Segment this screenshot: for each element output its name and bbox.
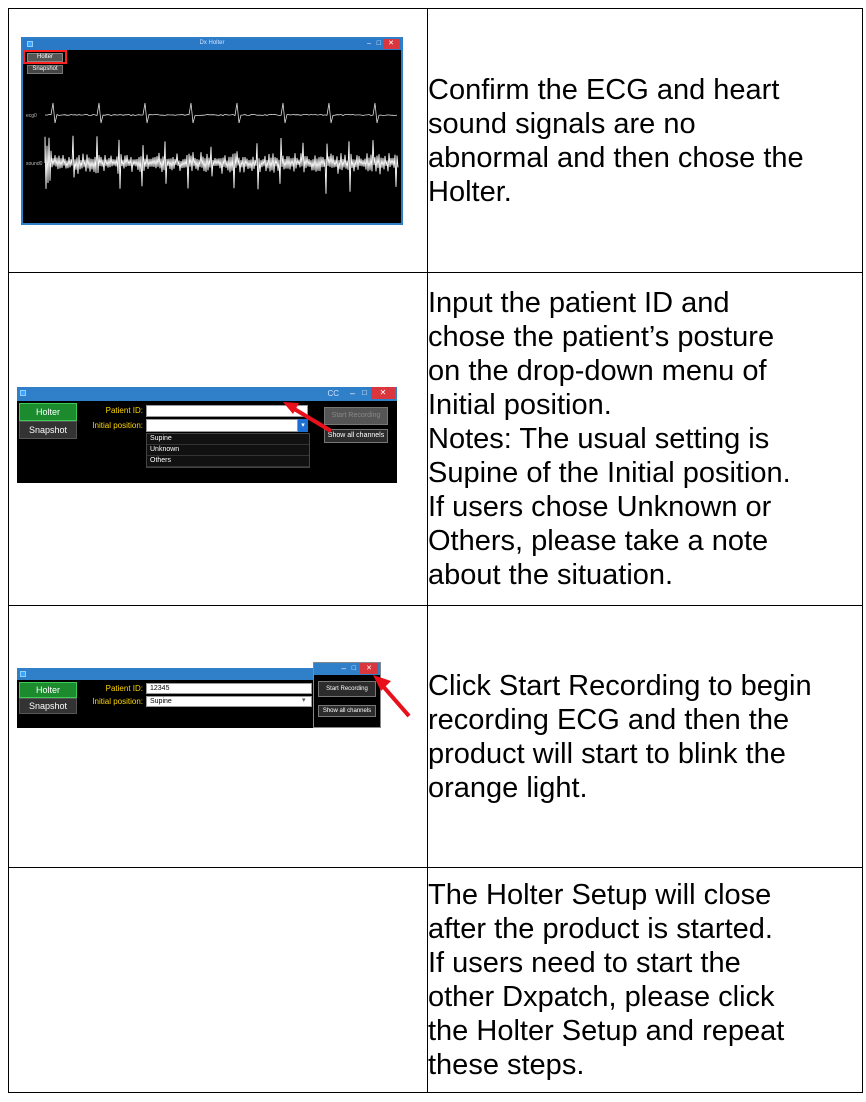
- app-icon: [20, 390, 26, 396]
- minimize-icon[interactable]: –: [342, 663, 346, 675]
- text-line: Others, please take a note: [428, 525, 769, 557]
- ecg-trace: [44, 102, 398, 124]
- text-line: abnormal and then chose the: [428, 141, 804, 174]
- text-line: recording ECG and then the: [428, 703, 790, 736]
- text-line: chose the patient’s posture: [428, 321, 775, 353]
- sound-trace: [44, 135, 399, 194]
- minimize-icon[interactable]: –: [350, 387, 355, 400]
- initial-position-select[interactable]: Supine: [146, 696, 312, 707]
- text-line: Confirm the ECG and heart: [428, 73, 780, 106]
- text-line: The Holter Setup will close: [428, 879, 772, 911]
- start-recording-button[interactable]: Start Recording: [318, 681, 376, 697]
- step-row-1: Dx Holter – □ ✕ Holter Snapshot ecg0 sou…: [8, 8, 863, 273]
- step-4-text: The Holter Setup will close after the pr…: [428, 878, 862, 1082]
- step-4-empty-cell: [8, 867, 428, 1093]
- text-line: sound signals are no: [428, 107, 696, 140]
- step-2-text-cell: Input the patient ID and chose the patie…: [427, 272, 863, 606]
- holter-tab[interactable]: Holter: [19, 682, 77, 698]
- step-1-text: Confirm the ECG and heart sound signals …: [428, 73, 862, 209]
- position-dropdown-list: Supine Unknown Others: [146, 433, 310, 468]
- holter-setup-window: CC – □ ✕ Holter Snapshot Patient ID: Ini…: [17, 387, 397, 483]
- window-titlebar: [17, 668, 315, 680]
- close-icon[interactable]: ✕: [371, 387, 395, 399]
- initial-position-label: Initial position:: [92, 421, 143, 430]
- step-2-screenshot-cell: CC – □ ✕ Holter Snapshot Patient ID: Ini…: [8, 272, 428, 606]
- text-line: Initial position.: [428, 389, 612, 421]
- step-3-screenshot-cell: Holter Snapshot Patient ID: 12345 Initia…: [8, 605, 428, 868]
- patient-id-input[interactable]: 12345: [146, 683, 312, 694]
- text-line: orange light.: [428, 771, 588, 804]
- text-line: product will start to blink the: [428, 737, 786, 770]
- text-line: Click Start Recording to begin: [428, 669, 812, 702]
- snapshot-tab[interactable]: Snapshot: [19, 421, 77, 439]
- patient-id-label: Patient ID:: [105, 406, 143, 415]
- text-line: on the drop-down menu of: [428, 355, 767, 387]
- text-line: Holter.: [428, 175, 512, 208]
- initial-position-label: Initial position:: [92, 697, 143, 706]
- step-4-text-cell: The Holter Setup will close after the pr…: [427, 867, 863, 1093]
- text-line: Supine of the Initial position.: [428, 457, 791, 489]
- holter-tab[interactable]: Holter: [19, 403, 77, 421]
- text-line: If users chose Unknown or: [428, 491, 772, 523]
- app-icon: [20, 671, 26, 677]
- document-page: Dx Holter – □ ✕ Holter Snapshot ecg0 sou…: [0, 0, 866, 1102]
- show-all-channels-button[interactable]: Show all channels: [318, 705, 376, 717]
- text-line: the Holter Setup and repeat: [428, 1015, 785, 1047]
- text-line: these steps.: [428, 1049, 585, 1081]
- step-1-text-cell: Confirm the ECG and heart sound signals …: [427, 8, 863, 273]
- red-arrow-icon: [283, 402, 333, 433]
- initial-position-select[interactable]: [146, 419, 298, 432]
- maximize-icon[interactable]: □: [352, 663, 356, 675]
- snapshot-tab[interactable]: Snapshot: [19, 698, 77, 714]
- signal-plot: [44, 102, 399, 194]
- maximize-icon[interactable]: □: [362, 387, 367, 400]
- window-titlebar: CC – □ ✕: [17, 387, 397, 401]
- chevron-down-icon[interactable]: ▾: [302, 696, 306, 704]
- ecg-viewer-window: Dx Holter – □ ✕ Holter Snapshot ecg0 sou…: [21, 37, 403, 225]
- step-3-text: Click Start Recording to begin recording…: [428, 669, 862, 805]
- step-row-3: Holter Snapshot Patient ID: 12345 Initia…: [8, 605, 863, 868]
- step-row-4: The Holter Setup will close after the pr…: [8, 867, 863, 1093]
- text-line: after the product is started.: [428, 913, 773, 945]
- text-line: If users need to start the: [428, 947, 741, 979]
- text-line: about the situation.: [428, 559, 674, 591]
- text-line: Input the patient ID and: [428, 287, 730, 319]
- heart-sound-waveform: [44, 135, 399, 194]
- text-line: other Dxpatch, please click: [428, 981, 775, 1013]
- patient-id-label: Patient ID:: [105, 684, 143, 693]
- dropdown-option-others[interactable]: Others: [147, 456, 309, 467]
- step-1-screenshot-cell: Dx Holter – □ ✕ Holter Snapshot ecg0 sou…: [8, 8, 428, 273]
- holter-setup-window-filled: Holter Snapshot Patient ID: 12345 Initia…: [17, 668, 315, 728]
- text-line: Notes: The usual setting is: [428, 423, 770, 455]
- instruction-table: Dx Holter – □ ✕ Holter Snapshot ecg0 sou…: [8, 8, 863, 1093]
- step-row-2: CC – □ ✕ Holter Snapshot Patient ID: Ini…: [8, 272, 863, 606]
- step-2-text: Input the patient ID and chose the patie…: [428, 286, 862, 592]
- dropdown-option-unknown[interactable]: Unknown: [147, 445, 309, 456]
- ecg-waveform: [44, 102, 398, 124]
- red-arrow-icon: [373, 675, 411, 718]
- step-3-text-cell: Click Start Recording to begin recording…: [427, 605, 863, 868]
